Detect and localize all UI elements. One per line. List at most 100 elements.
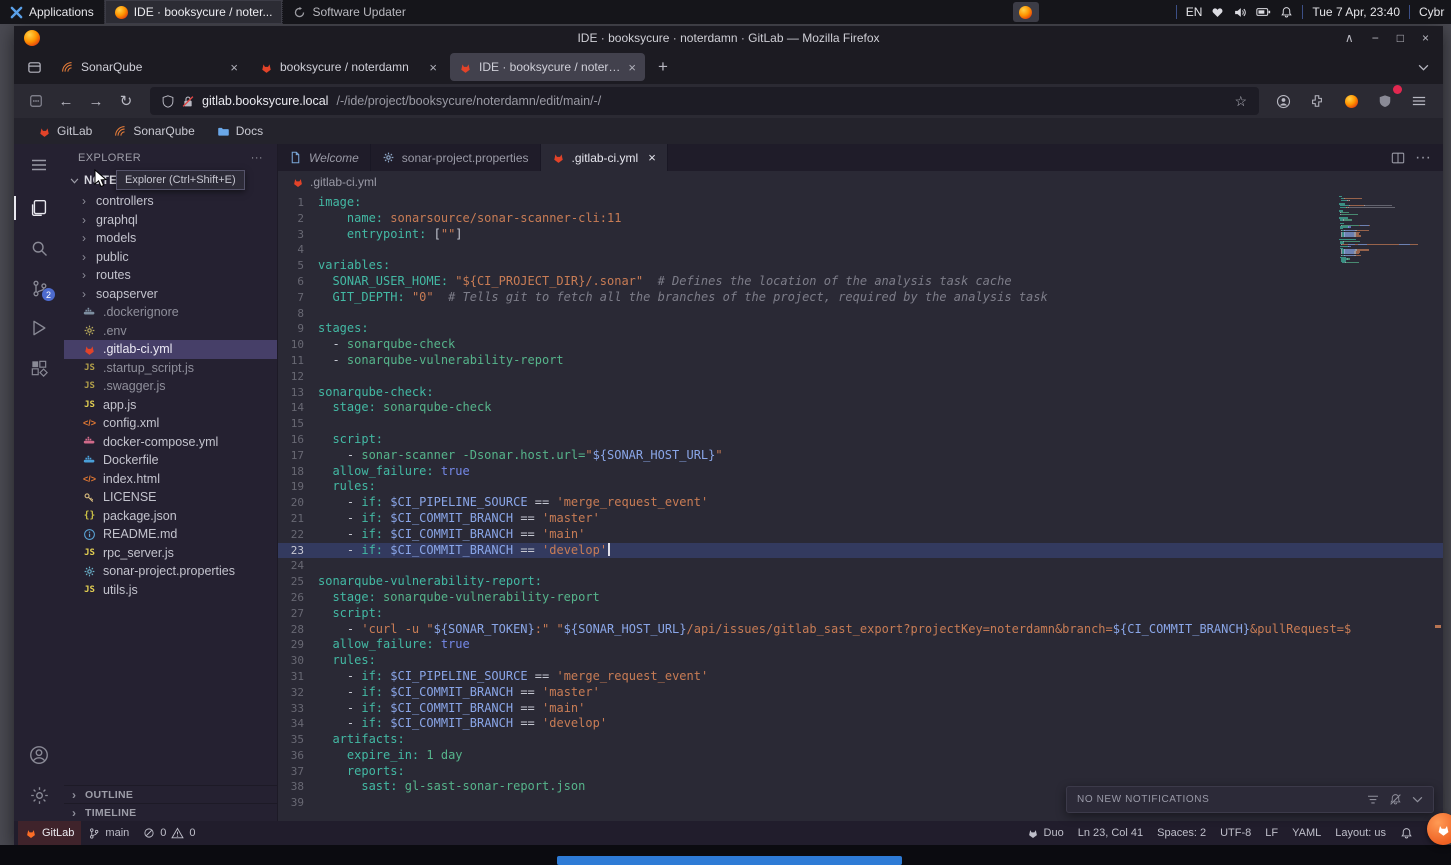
settings-gear-icon[interactable] [14, 775, 64, 815]
back-button[interactable]: ← [52, 88, 80, 114]
editor-tab-.gitlab-ci.yml[interactable]: .gitlab-ci.yml× [541, 144, 668, 171]
taskbar-window-button[interactable]: Software Updater [282, 0, 415, 24]
code-line-17[interactable]: 17 - sonar-scanner -Dsonar.host.url="${S… [278, 448, 1443, 464]
tree-file-.swagger.js[interactable]: JS.swagger.js [64, 377, 277, 396]
code-line-13[interactable]: 13sonarqube-check: [278, 385, 1443, 401]
extensions-puzzle-icon[interactable] [1303, 88, 1331, 114]
code-line-26[interactable]: 26 stage: sonarqube-vulnerability-report [278, 590, 1443, 606]
code-line-16[interactable]: 16 script: [278, 432, 1443, 448]
code-line-34[interactable]: 34 - if: $CI_COMMIT_BRANCH == 'develop' [278, 716, 1443, 732]
tree-file-package.json[interactable]: {}package.json [64, 507, 277, 526]
tree-folder-public[interactable]: ›public [64, 248, 277, 267]
code-line-8[interactable]: 8 [278, 306, 1443, 322]
keyboard-layout-indicator[interactable]: EN [1186, 5, 1203, 19]
adblock-extension-icon[interactable] [1371, 88, 1399, 114]
tree-file-.dockerignore[interactable]: .dockerignore [64, 303, 277, 322]
editor-tab-sonar-project.properties[interactable]: sonar-project.properties [371, 144, 541, 171]
tree-file-config.xml[interactable]: </>config.xml [64, 414, 277, 433]
code-line-28[interactable]: 28 - 'curl -u "${SONAR_TOKEN}:" "${SONAR… [278, 622, 1443, 638]
problems-indicator[interactable]: 0 0 [136, 821, 202, 845]
code-line-15[interactable]: 15 [278, 416, 1443, 432]
code-line-27[interactable]: 27 script: [278, 606, 1443, 622]
split-editor-icon[interactable] [1391, 151, 1405, 165]
maximize-window-button[interactable]: □ [1397, 31, 1404, 45]
code-line-25[interactable]: 25sonarqube-vulnerability-report: [278, 574, 1443, 590]
code-line-29[interactable]: 29 allow_failure: true [278, 637, 1443, 653]
tree-folder-graphql[interactable]: ›graphql [64, 211, 277, 230]
ide-menu-icon[interactable] [14, 150, 64, 180]
tree-file-.gitlab-ci.yml[interactable]: .gitlab-ci.yml [64, 340, 277, 359]
chevron-down-icon[interactable] [1412, 796, 1423, 803]
menu-hamburger-icon[interactable] [1405, 88, 1433, 114]
editor-tab-Welcome[interactable]: Welcome [278, 144, 371, 171]
tree-folder-routes[interactable]: ›routes [64, 266, 277, 285]
tree-file-docker-compose.yml[interactable]: docker-compose.yml [64, 433, 277, 452]
gitlab-remote-indicator[interactable]: GitLab [18, 821, 81, 845]
code-line-33[interactable]: 33 - if: $CI_COMMIT_BRANCH == 'main' [278, 701, 1443, 717]
encoding-indicator[interactable]: UTF-8 [1213, 821, 1258, 845]
account-activity-icon[interactable] [14, 735, 64, 775]
filter-icon[interactable] [1367, 795, 1379, 805]
explorer-more-actions-icon[interactable]: ··· [251, 152, 263, 164]
code-line-31[interactable]: 31 - if: $CI_PIPELINE_SOURCE == 'merge_r… [278, 669, 1443, 685]
code-line-19[interactable]: 19 rules: [278, 479, 1443, 495]
browser-tab[interactable]: SonarQube× [52, 53, 247, 81]
minimize-window-button[interactable]: − [1372, 31, 1379, 45]
bookmark-gitlab[interactable]: GitLab [38, 124, 92, 138]
timeline-section[interactable]: › TIMELINE [64, 803, 277, 821]
close-tab-icon[interactable]: × [230, 60, 238, 75]
bookmark-sonarqube[interactable]: SonarQube [114, 124, 194, 138]
close-window-button[interactable]: × [1422, 31, 1429, 45]
tree-file-LICENSE[interactable]: LICENSE [64, 488, 277, 507]
code-line-11[interactable]: 11 - sonarqube-vulnerability-report [278, 353, 1443, 369]
battery-icon[interactable] [1256, 6, 1271, 18]
close-tab-icon[interactable]: × [628, 60, 636, 75]
outline-section[interactable]: › OUTLINE [64, 785, 277, 803]
tree-file-.startup_script.js[interactable]: JS.startup_script.js [64, 359, 277, 378]
code-line-23[interactable]: 23 - if: $CI_COMMIT_BRANCH == 'develop' [278, 543, 1443, 559]
close-tab-icon[interactable]: × [648, 150, 656, 165]
reload-button[interactable]: ↻ [112, 88, 140, 114]
user-menu[interactable]: Cybr [1419, 5, 1451, 19]
window-widget-icon[interactable] [22, 88, 50, 114]
run-debug-activity-icon[interactable] [14, 308, 64, 348]
code-line-37[interactable]: 37 reports: [278, 764, 1443, 780]
bookmark-docs[interactable]: Docs [217, 124, 263, 138]
code-editor[interactable]: 1image:2 name: sonarsource/sonar-scanner… [278, 193, 1443, 821]
eol-indicator[interactable]: LF [1258, 821, 1285, 845]
code-line-3[interactable]: 3 entrypoint: [""] [278, 227, 1443, 243]
code-line-4[interactable]: 4 [278, 242, 1443, 258]
code-line-32[interactable]: 32 - if: $CI_COMMIT_BRANCH == 'master' [278, 685, 1443, 701]
insecure-lock-icon[interactable] [182, 95, 194, 108]
volume-icon[interactable] [1233, 6, 1247, 19]
tree-file-README.md[interactable]: README.md [64, 525, 277, 544]
tree-file-rpc_server.js[interactable]: JSrpc_server.js [64, 544, 277, 563]
keyboard-layout-status[interactable]: Layout: us [1328, 821, 1393, 845]
code-line-36[interactable]: 36 expire_in: 1 day [278, 748, 1443, 764]
code-line-14[interactable]: 14 stage: sonarqube-check [278, 400, 1443, 416]
tree-file-index.html[interactable]: </>index.html [64, 470, 277, 489]
code-line-18[interactable]: 18 allow_failure: true [278, 464, 1443, 480]
tree-folder-soapserver[interactable]: ›soapserver [64, 285, 277, 304]
code-line-9[interactable]: 9stages: [278, 321, 1443, 337]
code-line-21[interactable]: 21 - if: $CI_COMMIT_BRANCH == 'master' [278, 511, 1443, 527]
indentation-indicator[interactable]: Spaces: 2 [1150, 821, 1213, 845]
forward-button[interactable]: → [82, 88, 110, 114]
close-tab-icon[interactable]: × [429, 60, 437, 75]
browser-tab[interactable]: IDE · booksycure / noterd...× [450, 53, 645, 81]
tree-file-sonar-project.properties[interactable]: sonar-project.properties [64, 562, 277, 581]
breadcrumb[interactable]: .gitlab-ci.yml [278, 171, 1443, 193]
code-line-5[interactable]: 5variables: [278, 258, 1443, 274]
duo-indicator[interactable]: Duo [1020, 821, 1071, 845]
code-line-2[interactable]: 2 name: sonarsource/sonar-scanner-cli:11 [278, 211, 1443, 227]
search-activity-icon[interactable] [14, 228, 64, 268]
shade-window-button[interactable]: ∧ [1345, 31, 1354, 45]
tree-folder-models[interactable]: ›models [64, 229, 277, 248]
duo-chat-fab[interactable] [1427, 813, 1451, 845]
new-tab-button[interactable]: + [649, 54, 677, 80]
tray-firefox-cell[interactable] [1013, 2, 1039, 22]
code-line-1[interactable]: 1image: [278, 195, 1443, 211]
list-all-tabs-button[interactable] [1409, 54, 1437, 80]
health-heart-icon[interactable] [1211, 6, 1224, 19]
browser-tab[interactable]: booksycure / noterdamn× [251, 53, 446, 81]
